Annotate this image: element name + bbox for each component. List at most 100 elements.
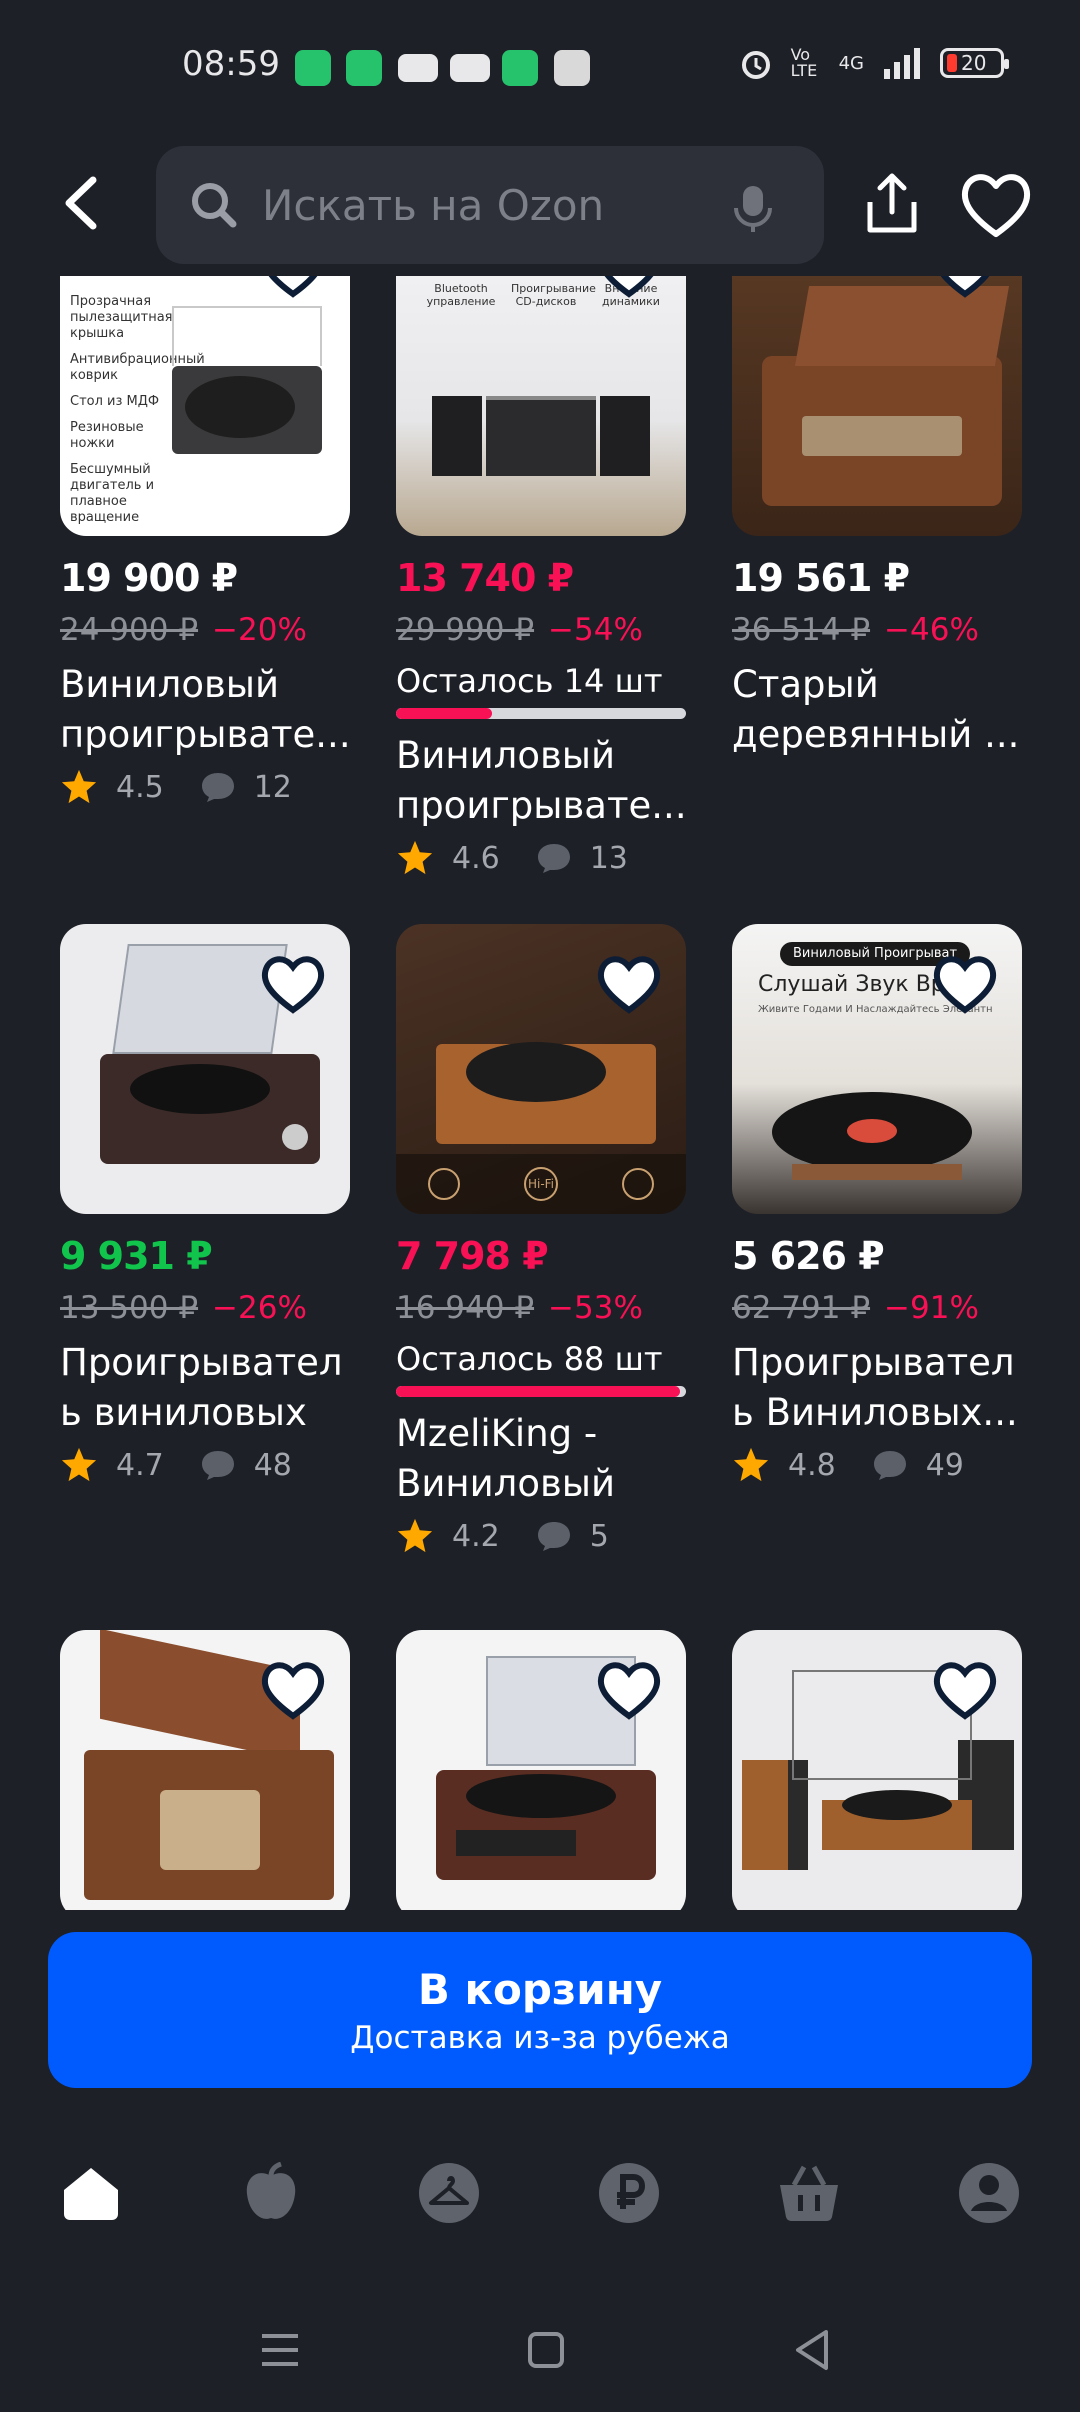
product-title[interactable]: Проигрывател ь виниловых ... — [60, 1338, 350, 1438]
recent-apps-icon[interactable] — [250, 2320, 310, 2380]
search-input[interactable] — [262, 180, 702, 230]
add-to-cart-button[interactable]: В корзину Доставка из-за рубежа — [48, 1932, 1032, 2088]
favorite-heart-icon[interactable] — [930, 1658, 1000, 1722]
reviews-count: 12 — [253, 769, 292, 805]
product-image[interactable]: Bluetooth управление Проигрывание CD-дис… — [396, 276, 686, 536]
nav-fashion[interactable] — [414, 2158, 484, 2228]
back-arrow-icon — [65, 176, 97, 230]
battery-icon: 20 — [940, 48, 1009, 78]
nav-home[interactable] — [56, 2158, 126, 2228]
status-time: 08:59 — [182, 44, 280, 84]
gramophone-panel — [160, 1790, 260, 1870]
gramophone-panel — [802, 416, 962, 456]
reviews-count: 13 — [589, 840, 628, 876]
back-button[interactable] — [46, 168, 116, 238]
product-card[interactable]: Hi-Fi 7 798 ₽ 16 940 ₽ −53% Осталось 88 … — [396, 924, 686, 1555]
turntable-platter — [185, 376, 295, 438]
discount-badge: −54% — [548, 612, 643, 648]
alarm-icon — [741, 51, 770, 79]
product-card[interactable] — [396, 1630, 686, 1910]
favorite-heart-icon[interactable] — [594, 952, 664, 1016]
battery-level: 20 — [961, 51, 987, 75]
product-image[interactable]: Прозрачная пылезащитная крышка Антивибра… — [60, 276, 350, 536]
product-title[interactable]: MzeliKing - Виниловый п... — [396, 1409, 686, 1509]
nav-cart[interactable] — [774, 2158, 844, 2228]
old-price: 62 791 ₽ — [732, 1290, 871, 1326]
favorite-heart-icon[interactable] — [930, 952, 1000, 1016]
stereo-unit — [486, 396, 596, 476]
product-image[interactable] — [732, 276, 1022, 536]
favorite-heart-icon[interactable] — [594, 1658, 664, 1722]
signal-icon — [884, 48, 920, 79]
old-price: 29 990 ₽ — [396, 612, 535, 648]
home-system-icon[interactable] — [516, 2320, 576, 2380]
rating-row: 4.5 12 — [60, 768, 350, 806]
nav-finance[interactable] — [594, 2158, 664, 2228]
turntable-base — [792, 1164, 962, 1180]
stock-bar — [396, 708, 686, 719]
product-title[interactable]: Виниловый проигрывате... — [396, 731, 686, 831]
nav-fresh[interactable] — [236, 2158, 306, 2228]
rating-value: 4.8 — [788, 1447, 836, 1483]
favorite-heart-icon[interactable] — [594, 276, 664, 300]
reviews-icon — [537, 1522, 570, 1551]
nav-profile[interactable] — [954, 2158, 1024, 2228]
volte-label: Vo LTE — [790, 45, 818, 80]
cart-button-label: В корзину — [417, 1964, 663, 2014]
ruble-icon — [599, 2163, 659, 2223]
product-card[interactable] — [732, 1630, 1022, 1910]
size-feature-icon — [622, 1168, 654, 1200]
stock-bar-fill — [396, 708, 492, 719]
discount-badge: −53% — [548, 1290, 643, 1326]
turntable-platter — [842, 1790, 952, 1820]
record-label — [847, 1119, 897, 1143]
product-image[interactable] — [396, 1630, 686, 1910]
product-card[interactable]: Виниловый Проигрыват Слушай Звук Вр Живи… — [732, 924, 1022, 1484]
discount-badge: −26% — [212, 1290, 307, 1326]
product-card[interactable]: Bluetooth управление Проигрывание CD-дис… — [396, 276, 686, 877]
product-price: 9 931 ₽ — [60, 1234, 213, 1278]
youtube-icon — [398, 54, 438, 82]
product-image[interactable] — [60, 1630, 350, 1910]
speaker-left — [432, 396, 482, 476]
favorite-heart-icon[interactable] — [930, 276, 1000, 300]
product-title[interactable]: Старый деревянный ... — [732, 660, 1022, 760]
product-card[interactable]: 19 561 ₽ 36 514 ₽ −46% Старый деревянный… — [732, 276, 1022, 760]
search-icon — [192, 183, 237, 228]
product-title[interactable]: Проигрывател ь Виниловых... — [732, 1338, 1022, 1438]
reviews-count: 48 — [253, 1447, 292, 1483]
turntable-platter — [466, 1774, 616, 1818]
stock-bar-fill — [396, 1386, 681, 1397]
status-right: Vo LTE 4G 20 — [739, 45, 1009, 80]
system-navigation — [0, 2290, 1080, 2412]
product-image[interactable] — [732, 1630, 1022, 1910]
product-card[interactable]: 9 931 ₽ 13 500 ₽ −26% Проигрывател ь вин… — [60, 924, 350, 1484]
favorite-icon[interactable] — [958, 170, 1034, 240]
favorite-heart-icon[interactable] — [258, 1658, 328, 1722]
product-image[interactable] — [60, 924, 350, 1214]
star-icon — [61, 769, 97, 804]
stock-label: Осталось 14 шт — [396, 662, 663, 700]
old-price: 16 940 ₽ — [396, 1290, 535, 1326]
turntable-knob — [282, 1124, 308, 1150]
favorite-heart-icon[interactable] — [258, 952, 328, 1016]
old-price-row: 29 990 ₽ −54% — [396, 612, 686, 648]
mic-icon[interactable] — [732, 184, 774, 232]
product-title[interactable]: Виниловый проигрывате... — [60, 660, 350, 760]
favorite-heart-icon[interactable] — [258, 276, 328, 300]
status-bar: 08:59 Vo LTE 4G 20 — [0, 0, 1080, 140]
rating-value: 4.5 — [116, 769, 164, 805]
header — [0, 140, 1080, 270]
product-card[interactable] — [60, 1630, 350, 1910]
product-card[interactable]: Прозрачная пылезащитная крышка Антивибра… — [60, 276, 350, 806]
cart-button-sublabel: Доставка из-за рубежа — [350, 2019, 730, 2056]
rating-value: 4.7 — [116, 1447, 164, 1483]
phone-icon — [502, 50, 538, 86]
back-system-icon[interactable] — [782, 2320, 842, 2380]
product-image[interactable]: Виниловый Проигрыват Слушай Звук Вр Живи… — [732, 924, 1022, 1214]
feature-icons-strip: Hi-Fi — [396, 1154, 686, 1214]
product-image[interactable]: Hi-Fi — [396, 924, 686, 1214]
share-icon[interactable] — [856, 168, 928, 240]
old-price-row: 36 514 ₽ −46% — [732, 612, 1022, 648]
search-bar[interactable] — [156, 146, 824, 264]
